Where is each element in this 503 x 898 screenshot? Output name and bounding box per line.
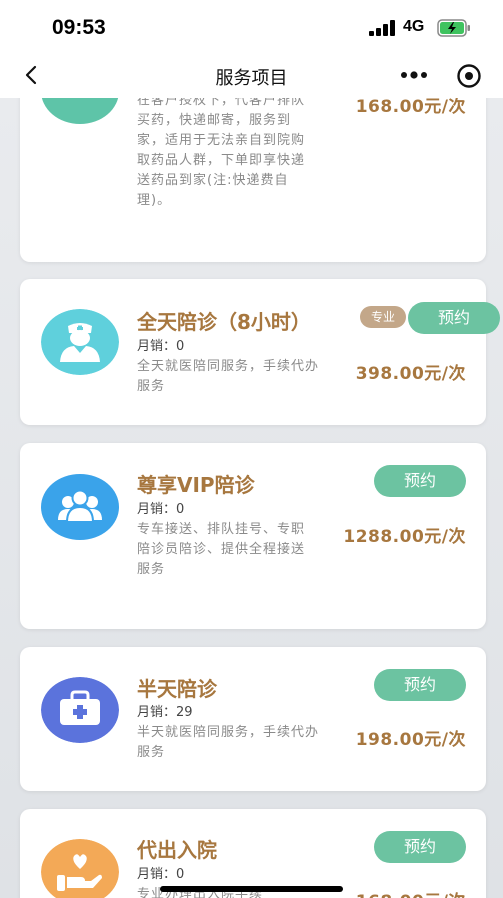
service-description: 全天就医陪同服务，手续代办服务 bbox=[137, 359, 320, 394]
service-title: 半天陪诊 bbox=[137, 677, 217, 701]
service-card[interactable]: 全天陪诊（8小时） 专业 预约 月销：0 全天就医陪同服务，手续代办服务 398… bbox=[20, 279, 500, 425]
status-time: 09:53 bbox=[52, 16, 106, 39]
service-price: 398.00元/次 bbox=[355, 364, 466, 384]
service-price: 168.00元/次 bbox=[356, 887, 466, 898]
service-description: 专车接送、排队挂号、专职陪诊员陪诊、提供全程接送服务 bbox=[137, 522, 306, 577]
service-card[interactable]: 半天陪诊 预约 月销：29 半天就医陪同服务，手续代办服务 198.00元/次 bbox=[20, 647, 486, 791]
book-button[interactable]: 预约 bbox=[374, 831, 466, 863]
monthly-sales: 月销：29 bbox=[137, 705, 193, 720]
medicine-icon bbox=[41, 98, 119, 124]
medical-kit-icon bbox=[41, 677, 119, 743]
group-people-icon bbox=[41, 474, 119, 540]
target-icon[interactable] bbox=[456, 63, 482, 89]
hand-heart-icon bbox=[41, 839, 119, 898]
service-price: 1288.00元/次 bbox=[343, 527, 466, 547]
service-title: 尊享VIP陪诊 bbox=[137, 473, 255, 497]
signal-bars-icon bbox=[369, 20, 395, 36]
service-title: 全天陪诊（8小时） bbox=[137, 310, 311, 334]
more-dots-icon[interactable] bbox=[400, 70, 428, 80]
service-price: 198.00元/次 bbox=[355, 730, 466, 750]
book-button[interactable]: 预约 bbox=[374, 465, 466, 497]
service-list[interactable]: 在客户授权下，代客户排队买药，快递邮寄，服务到家，适用于无法亲自到院购取药品人群… bbox=[0, 98, 503, 898]
status-bar: 09:53 4G bbox=[0, 0, 503, 56]
service-description: 半天就医陪同服务，手续代办服务 bbox=[137, 725, 320, 760]
nurse-icon bbox=[41, 309, 119, 375]
home-indicator[interactable] bbox=[160, 886, 343, 892]
service-description: 在客户授权下，代客户排队买药，快递邮寄，服务到家，适用于无法亲自到院购取药品人群… bbox=[137, 98, 306, 208]
service-card[interactable]: 代出入院 预约 月销：0 专业办理出入院手续 168.00元/次 bbox=[20, 809, 486, 898]
book-button[interactable]: 预约 bbox=[408, 302, 500, 334]
service-title: 代出入院 bbox=[137, 838, 217, 862]
service-card[interactable]: 在客户授权下，代客户排队买药，快递邮寄，服务到家，适用于无法亲自到院购取药品人群… bbox=[20, 98, 486, 262]
nav-bar: 服务项目 bbox=[0, 56, 503, 98]
book-button[interactable]: 预约 bbox=[374, 669, 466, 701]
battery-charging-icon bbox=[437, 19, 470, 37]
service-card[interactable]: 尊享VIP陪诊 预约 月销：0 专车接送、排队挂号、专职陪诊员陪诊、提供全程接送… bbox=[20, 443, 486, 629]
monthly-sales: 月销：0 bbox=[137, 339, 185, 354]
network-type: 4G bbox=[403, 18, 425, 35]
professional-tag: 专业 bbox=[360, 306, 406, 328]
monthly-sales: 月销：0 bbox=[137, 867, 185, 882]
monthly-sales: 月销：0 bbox=[137, 502, 185, 517]
service-price: 168.00元/次 bbox=[355, 98, 466, 117]
